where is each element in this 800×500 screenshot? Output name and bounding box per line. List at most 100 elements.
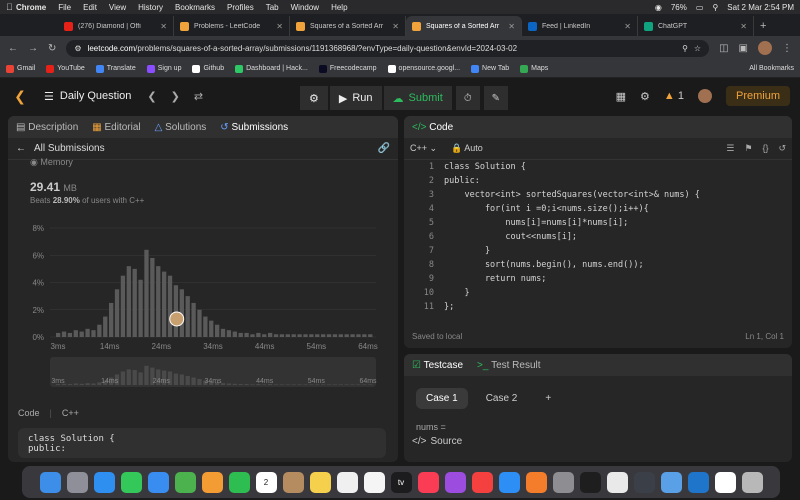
dock-app-icon[interactable] <box>282 471 304 493</box>
browser-tab[interactable]: Feed | LinkedIn ✕ <box>522 16 638 36</box>
dock-app-icon[interactable] <box>174 471 196 493</box>
code-editor[interactable]: 1 class Solution {2 public: 3 vector<int> s… <box>404 162 792 322</box>
dock-app-icon[interactable]: 2 <box>255 471 277 493</box>
dock-app-icon[interactable] <box>147 471 169 493</box>
battery-icon[interactable]: ▭ <box>696 3 704 12</box>
bookmark-item[interactable]: Dashboard | Hack... <box>235 64 308 73</box>
submit-button[interactable]: ☁ Submit <box>383 86 452 110</box>
bookmark-item[interactable]: Sign up <box>146 64 181 73</box>
dock-app-icon[interactable] <box>525 471 547 493</box>
menu-file[interactable]: File <box>58 3 71 12</box>
zoom-icon[interactable]: ⚲ <box>682 44 688 53</box>
dock-app-icon[interactable] <box>660 471 682 493</box>
bookmark-item[interactable]: Maps <box>520 64 548 73</box>
all-submissions-link[interactable]: All Submissions <box>34 143 105 154</box>
forward-icon[interactable]: → <box>28 43 38 54</box>
dock-app-icon[interactable] <box>552 471 574 493</box>
bookmark-item[interactable]: Freecodecamp <box>318 64 377 73</box>
language-select[interactable]: C++ ⌄ <box>410 143 437 154</box>
dock-app-icon[interactable] <box>444 471 466 493</box>
tab-testcase[interactable]: ☑ Testcase <box>412 360 463 371</box>
bookmark-icon[interactable]: ⚑ <box>744 143 752 154</box>
dock-app-icon[interactable] <box>498 471 520 493</box>
dock-app-icon[interactable]: tv <box>390 471 412 493</box>
shuffle-icon[interactable]: ⇄ <box>194 90 203 103</box>
case-2-button[interactable]: Case 2 <box>476 388 528 409</box>
tab-test-result[interactable]: >_ Test Result <box>477 360 540 371</box>
share-link-icon[interactable]: 🔗 <box>378 143 390 154</box>
bookmark-item[interactable]: opensource.googl... <box>387 64 460 73</box>
streak-counter[interactable]: ▲ 1 <box>664 90 684 102</box>
browser-tab[interactable]: (276) Diamond | Offi ✕ <box>58 16 174 36</box>
close-tab-icon[interactable]: ✕ <box>624 22 631 31</box>
all-bookmarks-button[interactable]: All Bookmarks <box>749 65 794 72</box>
dock-app-icon[interactable] <box>363 471 385 493</box>
auto-mode[interactable]: 🔒 Auto <box>451 143 483 154</box>
battery-percent[interactable]: 76% <box>671 3 687 12</box>
timer-icon[interactable]: ⏱ <box>455 86 480 110</box>
bookmark-item[interactable]: Translate <box>95 64 136 73</box>
back-icon[interactable]: ← <box>8 43 18 54</box>
add-case-button[interactable]: + <box>535 388 561 409</box>
leetcode-logo-icon[interactable]: ❮ <box>10 86 30 106</box>
run-button[interactable]: ▶ Run <box>329 86 382 110</box>
site-info-icon[interactable]: ⚙ <box>74 44 81 53</box>
reload-icon[interactable]: ↻ <box>48 43 56 54</box>
datetime[interactable]: Sat 2 Mar 2:54 PM <box>727 3 794 12</box>
back-arrow-icon[interactable]: ← <box>16 143 26 154</box>
settings-gear-icon[interactable]: ⚙ <box>640 90 650 103</box>
memory-distribution-chart[interactable]: 8% 6% 4% 2% 0% 3ms 14ms 24ms 34ms 44ms 54ms 64ms 3ms… <box>24 222 384 392</box>
dock-app-icon[interactable] <box>417 471 439 493</box>
dock-app-icon[interactable] <box>471 471 493 493</box>
dock-app-icon[interactable] <box>201 471 223 493</box>
profile-avatar[interactable] <box>758 41 772 55</box>
notes-icon[interactable]: ✎ <box>483 86 508 110</box>
daily-question-link[interactable]: ☰ Daily Question <box>44 90 131 103</box>
dock-app-icon[interactable] <box>714 471 736 493</box>
bookmark-item[interactable]: Github <box>192 64 224 73</box>
layout-icon[interactable]: ▦ <box>616 90 626 103</box>
browser-tab[interactable]: Problems - LeetCode ✕ <box>174 16 290 36</box>
format-icon[interactable]: ☰ <box>726 143 734 154</box>
new-tab-button[interactable]: + <box>760 16 766 36</box>
premium-button[interactable]: Premium <box>725 86 790 106</box>
tab-submissions[interactable]: ↺ Submissions <box>220 122 288 133</box>
menu-edit[interactable]: Edit <box>83 3 97 12</box>
dock-app-icon[interactable] <box>606 471 628 493</box>
reset-icon[interactable]: ↺ <box>778 143 786 154</box>
source-toggle[interactable]: </> Source <box>412 436 462 447</box>
submitted-code-preview[interactable]: class Solution { public: <box>18 428 386 458</box>
user-avatar[interactable] <box>697 89 712 103</box>
dock-app-icon[interactable] <box>66 471 88 493</box>
close-tab-icon[interactable]: ✕ <box>740 22 747 31</box>
dock-app-icon[interactable] <box>579 471 601 493</box>
tab-solutions[interactable]: △ Solutions <box>155 122 207 133</box>
braces-icon[interactable]: {} <box>762 143 768 154</box>
extensions-icon[interactable]: ◫ <box>719 43 728 54</box>
menu-history[interactable]: History <box>138 3 163 12</box>
menu-window[interactable]: Window <box>291 3 319 12</box>
dock-app-icon[interactable] <box>336 471 358 493</box>
bookmark-star-icon[interactable]: ☆ <box>694 44 701 53</box>
bookmark-item[interactable]: YouTube <box>46 64 85 73</box>
close-tab-icon[interactable]: ✕ <box>392 22 399 31</box>
dock-app-icon[interactable] <box>120 471 142 493</box>
address-bar[interactable]: ⚙ leetcode.com/problems/squares-of-a-sor… <box>66 39 710 57</box>
prev-question-icon[interactable]: ❮ <box>147 90 156 103</box>
sidepanel-icon[interactable]: ▣ <box>739 43 748 54</box>
apple-icon[interactable]:  <box>6 2 16 12</box>
menu-app-name[interactable]: Chrome <box>16 3 46 12</box>
menu-view[interactable]: View <box>109 3 126 12</box>
dock-app-icon[interactable] <box>633 471 655 493</box>
close-tab-icon[interactable]: ✕ <box>508 22 515 31</box>
case-1-button[interactable]: Case 1 <box>416 388 468 409</box>
dock-app-icon[interactable] <box>687 471 709 493</box>
next-question-icon[interactable]: ❯ <box>171 90 180 103</box>
menu-profiles[interactable]: Profiles <box>227 3 254 12</box>
debug-button[interactable]: ⚙ <box>300 86 328 110</box>
dock-app-icon[interactable] <box>741 471 763 493</box>
tab-editorial[interactable]: ▦ Editorial <box>92 122 140 133</box>
bookmark-item[interactable]: New Tab <box>471 64 509 73</box>
wifi-icon[interactable]: ◉ <box>655 3 662 12</box>
dock-app-icon[interactable] <box>39 471 61 493</box>
